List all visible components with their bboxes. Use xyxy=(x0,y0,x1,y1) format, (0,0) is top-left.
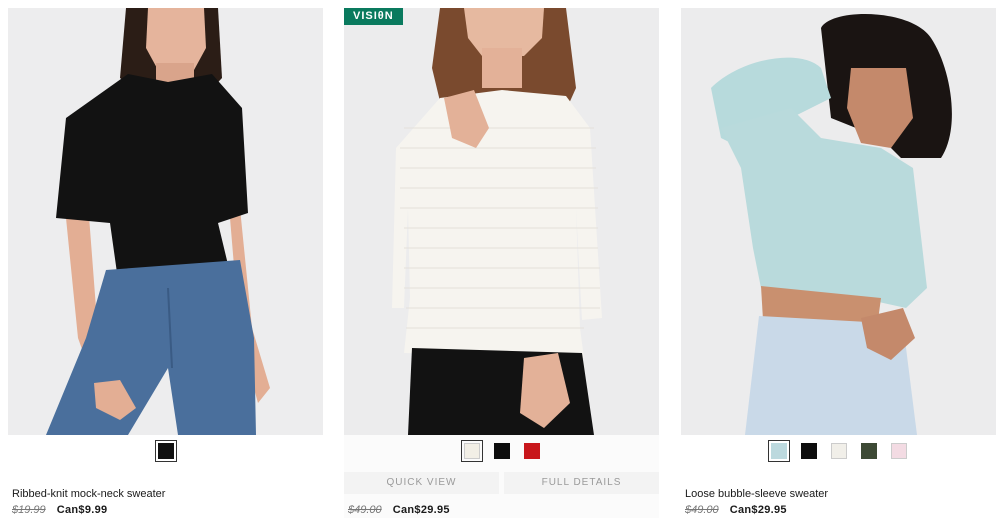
color-swatch[interactable] xyxy=(767,440,790,462)
product-image[interactable] xyxy=(681,8,996,435)
vision-badge: VISIθN xyxy=(344,8,403,25)
color-swatch-fill xyxy=(890,443,907,459)
product-image[interactable] xyxy=(344,8,659,435)
price: $49.00 Can$29.95 xyxy=(685,504,787,516)
color-swatch-fill xyxy=(523,443,540,459)
color-swatch-fill xyxy=(493,443,510,459)
color-swatch-fill xyxy=(860,443,877,459)
product-card[interactable]: Ribbed-knit mock-neck sweater $19.99 Can… xyxy=(8,0,325,518)
color-swatch[interactable] xyxy=(858,440,880,462)
color-swatch[interactable] xyxy=(888,440,910,462)
price-original: $49.00 xyxy=(348,504,382,516)
product-card[interactable]: VISIθN QUICK VIEW FULL DETAILS $49.00 Ca… xyxy=(344,0,661,518)
color-swatch[interactable] xyxy=(828,440,850,462)
full-details-button[interactable]: FULL DETAILS xyxy=(504,472,659,494)
product-name[interactable]: Ribbed-knit mock-neck sweater xyxy=(12,488,165,500)
price: $49.00 Can$29.95 xyxy=(348,504,450,516)
quick-view-button[interactable]: QUICK VIEW xyxy=(344,472,499,494)
price: $19.99 Can$9.99 xyxy=(12,504,107,516)
price-sale: Can$29.95 xyxy=(729,504,787,516)
color-swatch[interactable] xyxy=(521,440,543,462)
product-name[interactable]: Loose bubble-sleeve sweater xyxy=(685,488,828,500)
color-swatches xyxy=(8,440,323,462)
price-original: $19.99 xyxy=(12,504,46,516)
color-swatches xyxy=(344,440,659,462)
product-grid: Ribbed-knit mock-neck sweater $19.99 Can… xyxy=(0,0,1000,518)
price-original: $49.00 xyxy=(685,504,719,516)
quick-actions: QUICK VIEW FULL DETAILS xyxy=(344,472,659,494)
color-swatch-fill xyxy=(800,443,817,459)
color-swatch-fill xyxy=(157,443,174,459)
price-sale: Can$29.95 xyxy=(392,504,450,516)
color-swatch[interactable] xyxy=(154,440,177,462)
color-swatches xyxy=(681,440,996,462)
color-swatch-fill xyxy=(830,443,847,459)
product-image[interactable] xyxy=(8,8,323,435)
color-swatch-fill xyxy=(770,443,787,459)
product-card[interactable]: Loose bubble-sleeve sweater $49.00 Can$2… xyxy=(681,0,998,518)
color-swatch[interactable] xyxy=(798,440,820,462)
price-sale: Can$9.99 xyxy=(56,504,108,516)
color-swatch[interactable] xyxy=(460,440,483,462)
color-swatch[interactable] xyxy=(491,440,513,462)
color-swatch-fill xyxy=(463,443,480,459)
